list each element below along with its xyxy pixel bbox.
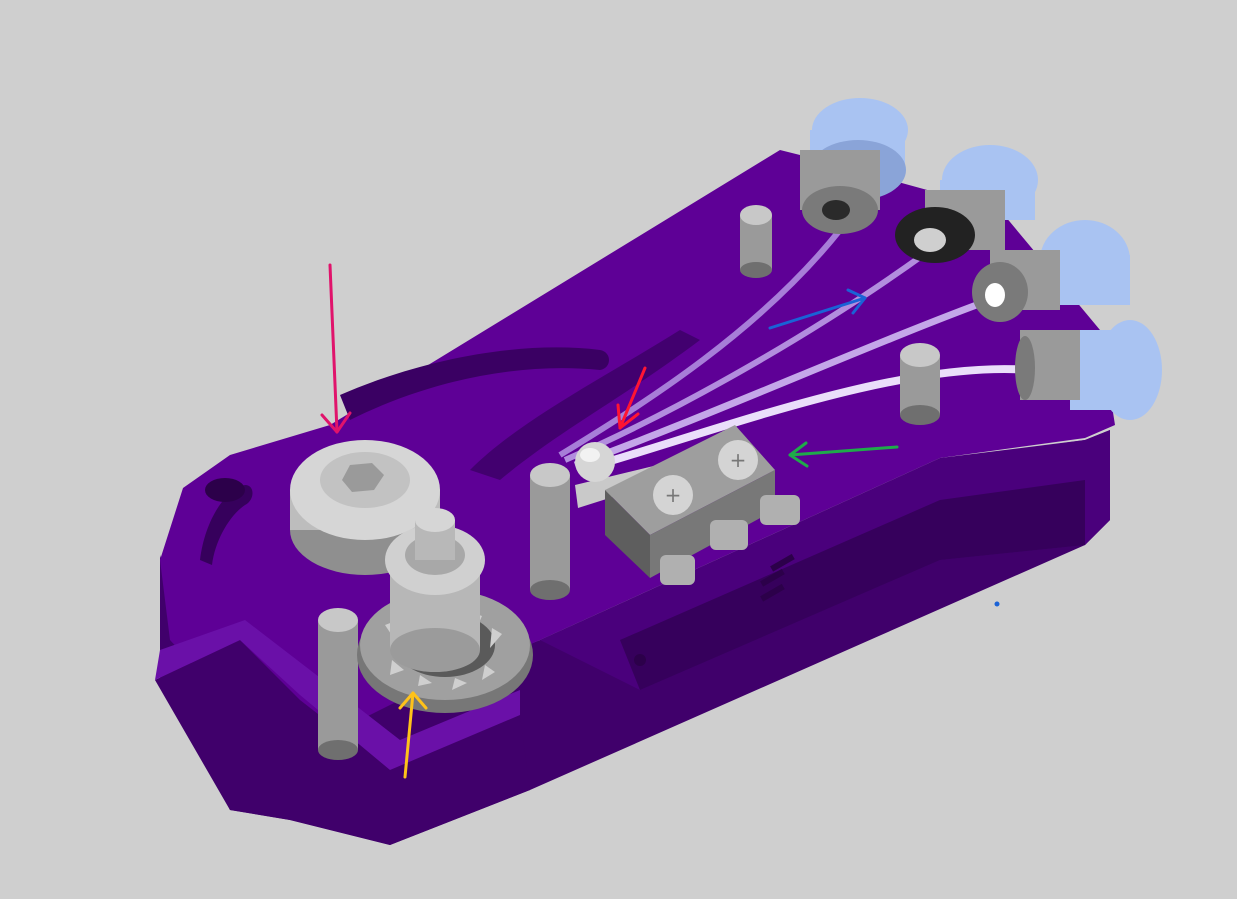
svg-text:+: +: [665, 483, 682, 507]
pin-center: [530, 463, 570, 600]
svg-text:+: +: [730, 448, 747, 472]
cad-render: + +: [0, 0, 1237, 899]
pin-right: [900, 343, 940, 425]
small-hole: [634, 654, 646, 666]
pin-front: [318, 608, 358, 760]
left-hole: [205, 478, 245, 502]
switch-roller-ball: [575, 442, 615, 482]
marker-dot: [994, 601, 1000, 607]
pin-top: [740, 205, 772, 278]
